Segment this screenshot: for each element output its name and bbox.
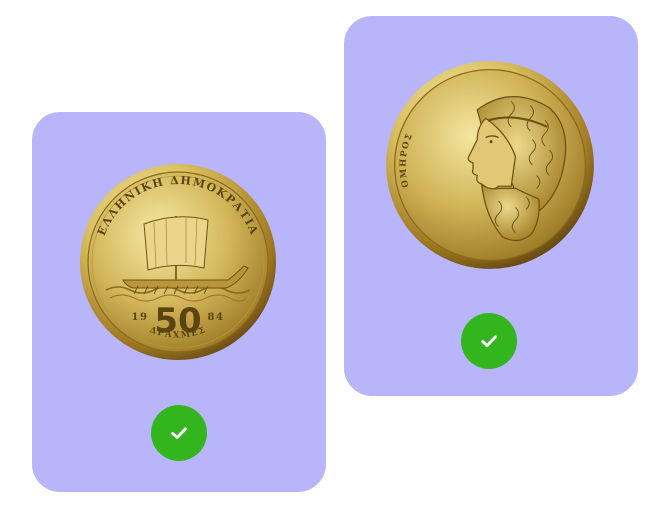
selected-check-button[interactable] [151,405,207,461]
coin-obverse-image: ΟΜΗΡΟΣ [384,59,596,271]
coin-obverse-svg: ΟΜΗΡΟΣ [386,61,594,269]
checkmark-icon [481,335,497,348]
coin-card-reverse[interactable]: ΕΛΛΗΝΙΚΗ ΔΗΜΟΚΡΑΤΙΑ 19 84 50 ΔΡΑΧΜΕΣ [32,112,326,492]
coin-reverse-svg: ΕΛΛΗΝΙΚΗ ΔΗΜΟΚΡΑΤΙΑ 19 84 50 ΔΡΑΧΜΕΣ [80,164,276,360]
coin-card-obverse[interactable]: ΟΜΗΡΟΣ [344,16,638,396]
coin-year-right: 84 [208,312,225,323]
coin-reverse-image: ΕΛΛΗΝΙΚΗ ΔΗΜΟΚΡΑΤΙΑ 19 84 50 ΔΡΑΧΜΕΣ [78,162,278,362]
selected-check-button[interactable] [461,313,517,369]
coin-year-left: 19 [132,312,149,323]
coin-selection-stage: ΕΛΛΗΝΙΚΗ ΔΗΜΟΚΡΑΤΙΑ 19 84 50 ΔΡΑΧΜΕΣ ΟΜΗ… [0,0,668,508]
checkmark-icon [171,427,187,440]
